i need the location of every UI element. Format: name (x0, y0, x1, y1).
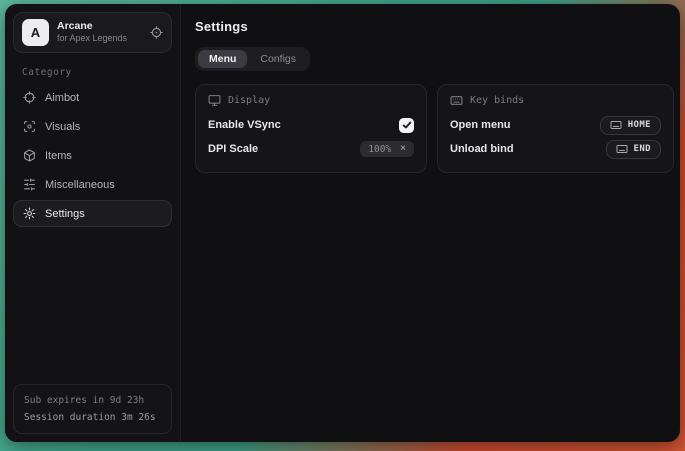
check-icon (402, 120, 412, 130)
vsync-checkbox[interactable] (399, 118, 414, 133)
keyboard-icon (450, 94, 463, 107)
app-logo: A (22, 19, 49, 46)
category-label: Category (22, 67, 172, 78)
dpi-scale-label: DPI Scale (208, 143, 258, 155)
dpi-scale-select[interactable]: 100% × (360, 141, 414, 157)
target-icon[interactable] (150, 26, 163, 39)
gear-icon (23, 207, 36, 220)
sidebar-item-items[interactable]: Items (13, 142, 172, 169)
sidebar-item-settings[interactable]: Settings (13, 200, 172, 227)
sliders-icon (23, 178, 36, 191)
sidebar-item-aimbot[interactable]: Aimbot (13, 84, 172, 111)
vsync-row: Enable VSync (208, 113, 414, 137)
app-window: A Arcane for Apex Legends Category (5, 4, 680, 442)
tab-menu[interactable]: Menu (198, 50, 247, 68)
sidebar-item-label: Items (45, 150, 72, 162)
unload-bind-label: Unload bind (450, 143, 514, 155)
keybinds-card: Key binds Open menu HOME Unload bind (437, 84, 674, 173)
open-menu-keybind-button[interactable]: HOME (600, 116, 661, 135)
sub-expires-text: Sub expires in 9d 23h (24, 392, 161, 409)
open-menu-label: Open menu (450, 119, 511, 131)
display-card-header: Display (208, 94, 414, 107)
app-name: Arcane (57, 20, 142, 33)
sidebar: A Arcane for Apex Legends Category (5, 4, 181, 442)
vsync-label: Enable VSync (208, 119, 281, 131)
tab-configs[interactable]: Configs (249, 50, 307, 68)
tab-bar: Menu Configs (195, 47, 310, 71)
keybind-value: HOME (628, 120, 651, 130)
user-card: A Arcane for Apex Legends (13, 12, 172, 53)
dpi-scale-row: DPI Scale 100% × (208, 137, 414, 161)
sidebar-item-miscellaneous[interactable]: Miscellaneous (13, 171, 172, 198)
unload-bind-row: Unload bind END (450, 137, 661, 161)
sidebar-nav: Aimbot Visuals (13, 84, 172, 227)
scan-eye-icon (23, 120, 36, 133)
sidebar-item-label: Visuals (45, 121, 80, 133)
keyboard-icon (610, 119, 622, 131)
session-duration-text: Session duration 3m 26s (24, 409, 161, 426)
page-title: Settings (195, 19, 674, 34)
settings-cards: Display Enable VSync DPI Scale 100% × (195, 84, 674, 173)
sidebar-item-label: Aimbot (45, 92, 79, 104)
crosshair-icon (23, 91, 36, 104)
monitor-icon (208, 94, 221, 107)
box-icon (23, 149, 36, 162)
sidebar-item-label: Miscellaneous (45, 179, 115, 191)
sidebar-item-visuals[interactable]: Visuals (13, 113, 172, 140)
user-meta: Arcane for Apex Legends (57, 20, 142, 44)
clear-icon[interactable]: × (400, 144, 406, 154)
card-title: Key binds (470, 95, 524, 106)
main-content: Settings Menu Configs Display Enable VSy… (181, 4, 680, 442)
keyboard-icon (616, 143, 628, 155)
open-menu-row: Open menu HOME (450, 113, 661, 137)
card-title: Display (228, 95, 270, 106)
keybinds-card-header: Key binds (450, 94, 661, 107)
subscription-info: Sub expires in 9d 23h Session duration 3… (13, 384, 172, 434)
dpi-scale-value: 100% (368, 144, 391, 155)
keybind-value: END (634, 144, 651, 154)
display-card: Display Enable VSync DPI Scale 100% × (195, 84, 427, 173)
sidebar-item-label: Settings (45, 208, 85, 220)
unload-bind-keybind-button[interactable]: END (606, 140, 661, 159)
app-subtitle: for Apex Legends (57, 33, 142, 44)
